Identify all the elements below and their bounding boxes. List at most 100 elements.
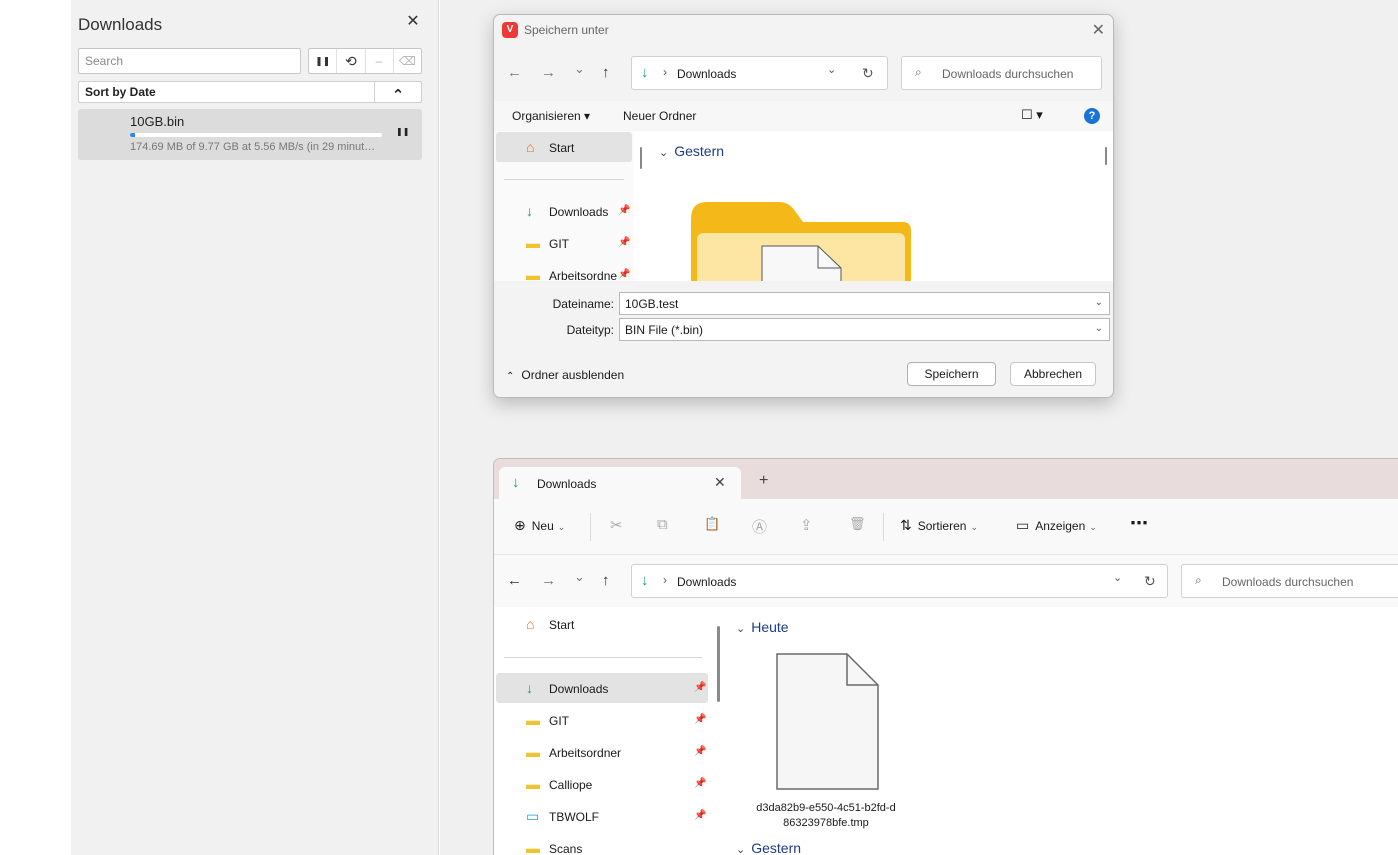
home-icon: ⌂ — [526, 616, 535, 632]
chevron-down-icon: ⌄ — [736, 623, 746, 635]
new-button[interactable]: ⊕ Neu ⌄ — [514, 517, 565, 534]
group-header-heute[interactable]: ⌄ Heute — [736, 619, 789, 635]
address-bar[interactable]: ↓ › Downloads ⌄ ↻ — [631, 564, 1168, 598]
refresh-icon[interactable]: ↻ — [862, 65, 874, 82]
history-icon[interactable]: ⟲ — [337, 49, 366, 73]
nav-item-tbwolf[interactable]: ▭ TBWOLF 📌 — [496, 801, 708, 831]
nav-item-arbeitsordner[interactable]: ▬ Arbeitsordne 📌 — [496, 260, 632, 281]
file-name-field[interactable]: 10GB.test ⌄ — [619, 292, 1110, 315]
address-path[interactable]: Downloads — [677, 575, 736, 589]
chevron-down-icon: ⌄ — [659, 147, 669, 159]
pause-all-icon[interactable]: ❚❚ — [309, 49, 338, 73]
vivaldi-icon: V — [502, 22, 518, 38]
nav-item-downloads[interactable]: ↓ Downloads 📌 — [496, 196, 632, 226]
downloads-panel: Downloads ✕ ❚❚ ⟲ – ⌫ Sort by Date ⌃ 10GB… — [71, 0, 439, 855]
share-icon[interactable]: ⇪ — [800, 516, 813, 534]
tab-downloads[interactable]: ↓ Downloads ✕ — [499, 467, 741, 499]
download-status: 174.69 MB of 9.77 GB at 5.56 MB/s (in 29… — [130, 141, 376, 153]
desktop-edge — [0, 0, 71, 855]
nav-item-arbeitsordner[interactable]: ▬ Arbeitsordner 📌 — [496, 737, 708, 767]
dialog-search-box[interactable]: ⌕ Downloads durchsuchen — [901, 56, 1102, 90]
forward-arrow-icon[interactable]: → — [541, 64, 556, 81]
close-icon[interactable]: ✕ — [1092, 20, 1105, 40]
close-icon[interactable]: ✕ — [714, 474, 726, 491]
up-arrow-icon[interactable]: ↑ — [602, 572, 610, 589]
recent-chevron-icon[interactable]: ⌄ — [574, 61, 585, 77]
explorer-tab-bar: ↓ Downloads ✕ + — [494, 459, 1398, 499]
refresh-icon[interactable]: ↻ — [1144, 573, 1156, 590]
group-header-gestern[interactable]: ⌄ Gestern — [736, 840, 801, 855]
file-name-value: 10GB.test — [625, 297, 679, 311]
chevron-down-icon[interactable]: ⌄ — [1095, 323, 1103, 334]
nav-item-label: Scans — [549, 842, 583, 855]
back-arrow-icon[interactable]: ← — [507, 64, 522, 81]
new-folder-button[interactable]: Neuer Ordner — [623, 109, 696, 123]
broom-icon[interactable]: ⌫ — [394, 49, 421, 73]
organize-menu-button[interactable]: Organisieren ▾ — [512, 109, 590, 123]
sort-bar[interactable]: Sort by Date ⌃ — [78, 81, 422, 104]
breadcrumb-separator: › — [663, 65, 667, 79]
sort-label: Sort by Date — [85, 85, 156, 99]
close-icon[interactable]: ✕ — [405, 12, 421, 32]
save-button[interactable]: Speichern — [907, 362, 996, 386]
chevron-up-icon[interactable]: ⌃ — [374, 82, 421, 104]
pin-icon: 📌 — [694, 714, 707, 725]
hide-folders-toggle[interactable]: ⌃ Ordner ausblenden — [506, 368, 624, 382]
folder-icon[interactable] — [689, 201, 919, 281]
pin-icon: 📌 — [694, 810, 707, 821]
nav-divider — [504, 657, 702, 658]
new-tab-icon[interactable]: + — [759, 472, 768, 490]
chevron-down-icon[interactable]: ⌄ — [827, 63, 836, 76]
help-icon[interactable]: ? — [1084, 108, 1100, 124]
recent-chevron-icon[interactable]: ⌄ — [574, 569, 585, 585]
nav-item-calliope[interactable]: ▬ Calliope 📌 — [496, 769, 708, 799]
forward-arrow-icon[interactable]: → — [541, 572, 556, 589]
pause-icon[interactable]: ❚❚ — [396, 127, 409, 136]
nav-item-git[interactable]: ▬ GIT 📌 — [496, 228, 632, 258]
nav-item-start[interactable]: ⌂ Start — [496, 609, 708, 639]
content-scrollbar[interactable] — [1105, 147, 1107, 165]
hide-folders-label: Ordner ausblenden — [521, 368, 625, 382]
sort-button[interactable]: ⇅ Sortieren ⌄ — [900, 517, 978, 534]
cut-icon[interactable]: ✂ — [610, 516, 623, 534]
up-arrow-icon[interactable]: ↑ — [602, 64, 610, 81]
download-progress-bar — [130, 133, 382, 137]
breadcrumb-separator: › — [663, 573, 667, 587]
file-name-label[interactable]: d3da82b9-e550-4c51-b2fd-d 86323978bfe.tm… — [746, 801, 906, 831]
explorer-search-box[interactable]: ⌕ Downloads durchsuchen — [1181, 564, 1398, 598]
nav-item-start[interactable]: ⌂ Start — [496, 132, 632, 162]
view-button[interactable]: ▭ Anzeigen ⌄ — [1016, 517, 1097, 534]
nav-scrollbar[interactable] — [640, 147, 642, 169]
nav-item-label: Start — [549, 141, 575, 155]
nav-item-downloads[interactable]: ↓ Downloads 📌 — [496, 673, 708, 703]
download-file-name: 10GB.bin — [130, 114, 185, 129]
address-path[interactable]: Downloads — [677, 67, 736, 81]
group-label: Heute — [751, 619, 789, 635]
nav-item-label: Arbeitsordner — [549, 746, 622, 760]
nav-item-git[interactable]: ▬ GIT 📌 — [496, 705, 708, 735]
copy-icon[interactable]: ⧉ — [657, 516, 668, 533]
minus-icon[interactable]: – — [366, 49, 394, 73]
download-item[interactable]: 10GB.bin 174.69 MB of 9.77 GB at 5.56 MB… — [78, 109, 422, 160]
group-label: Gestern — [674, 143, 725, 159]
group-header-gestern[interactable]: ⌄ Gestern — [659, 143, 724, 159]
delete-icon[interactable]: 🗑 — [849, 516, 866, 532]
cancel-button[interactable]: Abbrechen — [1010, 362, 1096, 386]
nav-scrollbar[interactable] — [717, 626, 720, 702]
back-arrow-icon[interactable]: ← — [507, 572, 522, 589]
more-options-icon[interactable]: ⋯ — [1130, 513, 1148, 534]
dialog-search-placeholder: Downloads durchsuchen — [942, 67, 1074, 81]
command-divider — [883, 513, 884, 541]
paste-icon[interactable]: 📋 — [704, 516, 720, 532]
nav-item-scans[interactable]: ▬ Scans — [496, 833, 708, 855]
rename-icon[interactable]: Ⓐ — [752, 516, 767, 537]
chevron-down-icon[interactable]: ⌄ — [1095, 297, 1103, 308]
group-label: Gestern — [751, 840, 802, 855]
address-bar[interactable]: ↓ › Downloads ⌄ ↻ — [631, 56, 888, 90]
file-icon[interactable] — [776, 653, 882, 793]
downloads-search-input[interactable] — [78, 48, 301, 74]
explorer-command-bar: ⊕ Neu ⌄ ✂ ⧉ 📋 Ⓐ ⇪ 🗑 ⇅ Sortieren ⌄ ▭ Anzeigen ⌄… — [494, 499, 1398, 555]
chevron-down-icon[interactable]: ⌄ — [1113, 571, 1122, 584]
view-options-icon[interactable]: ☐ ▾ — [1021, 107, 1043, 123]
file-type-select[interactable]: BIN File (*.bin) ⌄ — [619, 318, 1110, 341]
